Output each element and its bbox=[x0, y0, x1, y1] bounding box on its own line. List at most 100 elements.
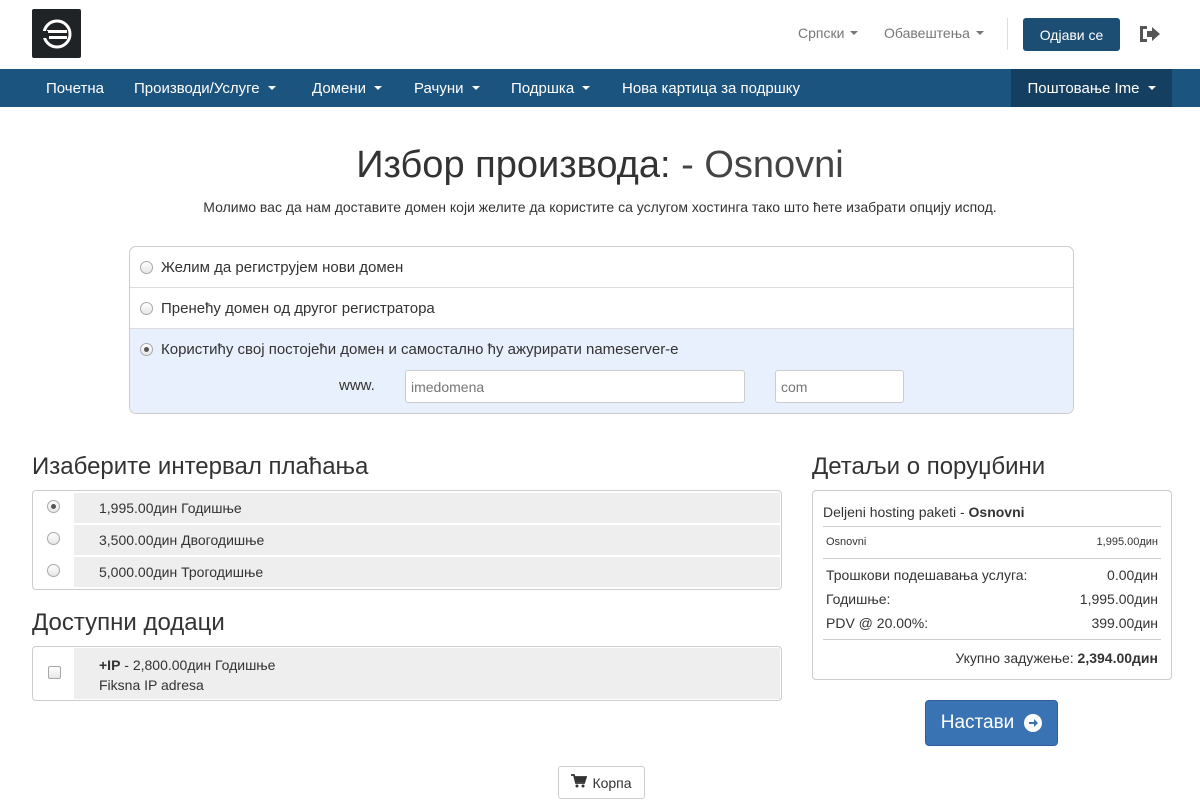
addon-ip-price: - 2,800.00дин Годишње bbox=[120, 657, 276, 673]
radio-owndomain[interactable] bbox=[140, 343, 153, 356]
language-dropdown[interactable]: Српски bbox=[798, 25, 859, 41]
page-title-product: - Osnovni bbox=[681, 144, 844, 186]
caret-down-icon bbox=[1147, 86, 1156, 90]
nav-account-dropdown[interactable]: Поштовање Ime bbox=[1011, 69, 1172, 107]
radio-billing-triennial[interactable] bbox=[47, 563, 60, 577]
billing-option-biennial-label: 3,500.00дин Двогодишње bbox=[74, 525, 780, 555]
addons-panel: +IP - 2,800.00дин Годишње Fiksna IP adre… bbox=[32, 646, 782, 701]
main-navbar: Почетна Производи/Услуге Домени Рачуни П… bbox=[0, 69, 1200, 107]
summary-divider bbox=[823, 558, 1161, 559]
page-description: Молимо вас да нам доставите домен који ж… bbox=[203, 199, 997, 215]
radio-billing-biennial[interactable] bbox=[47, 531, 60, 545]
continue-label: Настави bbox=[940, 712, 1015, 733]
caret-down-icon bbox=[267, 86, 276, 90]
summary-line-item: Osnovni 1,995.00дин bbox=[826, 536, 1158, 548]
nav-support[interactable]: Подршка bbox=[511, 69, 591, 107]
cart-label: Корпа bbox=[592, 774, 632, 791]
summary-product-title: Deljeni hosting paketi - Osnovni bbox=[823, 504, 1025, 520]
domain-option-owndomain-label: Користићу свој постојећи домен и самоста… bbox=[161, 341, 679, 358]
caret-down-icon bbox=[471, 86, 480, 90]
notifications-dropdown[interactable]: Обавештења bbox=[884, 25, 984, 41]
continue-button[interactable]: Настави bbox=[925, 700, 1058, 746]
billing-radio-cell bbox=[33, 531, 74, 545]
radio-billing-annual[interactable] bbox=[47, 499, 60, 513]
domain-options-panel: Желим да региструјем нови домен Пренећу … bbox=[129, 246, 1074, 414]
domain-option-transfer[interactable]: Пренећу домен од другог регистратора bbox=[130, 288, 1073, 329]
summary-divider bbox=[823, 639, 1161, 640]
annual-label: Годишње: bbox=[826, 591, 891, 607]
domain-option-register-label: Желим да региструјем нови домен bbox=[161, 258, 404, 276]
cart-button[interactable]: Корпа bbox=[558, 766, 645, 799]
nav-domains-label: Домени bbox=[312, 79, 366, 97]
nav-new-ticket-label: Нова картица за подршку bbox=[622, 79, 800, 97]
total-value: 2,394.00дин bbox=[1077, 650, 1158, 666]
annual-value: 1,995.00дин bbox=[1079, 591, 1158, 607]
nav-domains[interactable]: Домени bbox=[312, 69, 382, 107]
billing-radio-cell bbox=[33, 499, 74, 513]
caret-down-icon bbox=[374, 86, 382, 90]
domain-option-transfer-label: Пренећу домен од другог регистратора bbox=[161, 299, 435, 317]
caret-down-icon bbox=[975, 31, 984, 35]
summary-divider bbox=[823, 526, 1161, 527]
addon-ip[interactable]: +IP - 2,800.00дин Годишње Fiksna IP adre… bbox=[74, 648, 780, 699]
account-label: Поштовање Ime bbox=[1027, 79, 1140, 97]
sign-out-icon[interactable] bbox=[1138, 24, 1162, 44]
summary-line-label: Osnovni bbox=[826, 536, 867, 548]
nav-support-label: Подршка bbox=[511, 79, 575, 97]
www-label: www. bbox=[339, 377, 375, 394]
nav-invoices[interactable]: Рачуни bbox=[414, 69, 480, 107]
addon-ip-title: +IP - 2,800.00дин Годишње bbox=[99, 655, 780, 675]
tax-value: 399.00дин bbox=[1091, 615, 1158, 631]
summary-total: Укупно задужење: 2,394.00дин bbox=[955, 650, 1158, 666]
billing-option-annual-label: 1,995.00дин Годишње bbox=[74, 493, 780, 523]
addon-ip-name: +IP bbox=[99, 657, 121, 673]
addon-ip-checkbox[interactable] bbox=[48, 666, 61, 679]
nav-home-label: Почетна bbox=[46, 79, 104, 97]
summary-setup-fee: Трошкови подешавања услуга: 0.00дин bbox=[826, 567, 1158, 583]
nav-products-services[interactable]: Производи/Услуге bbox=[134, 69, 276, 107]
domain-tld-input[interactable] bbox=[775, 370, 904, 403]
billing-option-triennial-label: 5,000.00дин Трогодишње bbox=[74, 557, 780, 587]
addons-heading: Доступни додаци bbox=[32, 609, 225, 636]
order-summary-panel: Deljeni hosting paketi - Osnovni Osnovni… bbox=[812, 490, 1172, 680]
header-divider bbox=[1007, 18, 1008, 50]
nav-products-label: Производи/Услуге bbox=[134, 79, 260, 97]
nav-new-ticket[interactable]: Нова картица за подршку bbox=[622, 69, 800, 107]
language-label: Српски bbox=[798, 25, 845, 41]
radio-register[interactable] bbox=[140, 260, 153, 274]
nav-home[interactable]: Почетна bbox=[46, 69, 104, 107]
top-header: Српски Обавештења Одјави се bbox=[0, 0, 1200, 69]
caret-down-icon bbox=[582, 86, 591, 90]
summary-tax: PDV @ 20.00%: 399.00дин bbox=[826, 615, 1158, 631]
billing-option-triennial[interactable]: 5,000.00дин Трогодишње bbox=[33, 556, 781, 588]
shopping-cart-icon bbox=[571, 774, 588, 791]
page-title: Избор производа: - Osnovni bbox=[0, 144, 1200, 187]
domain-sld-input[interactable] bbox=[405, 370, 745, 403]
order-summary-heading: Детаљи о поруџбини bbox=[812, 453, 1046, 480]
setup-fee-label: Трошкови подешавања услуга: bbox=[826, 567, 1028, 583]
billing-radio-cell bbox=[33, 563, 74, 577]
tax-label: PDV @ 20.00%: bbox=[826, 615, 929, 631]
nav-invoices-label: Рачуни bbox=[414, 79, 464, 97]
summary-product: Osnovni bbox=[968, 504, 1025, 520]
billing-option-annual[interactable]: 1,995.00дин Годишње bbox=[33, 492, 781, 524]
summary-line-value: 1,995.00дин bbox=[1096, 536, 1158, 548]
company-logo-icon[interactable] bbox=[32, 9, 81, 58]
summary-group: Deljeni hosting paketi - bbox=[823, 504, 969, 520]
domain-option-register[interactable]: Желим да региструјем нови домен bbox=[130, 247, 1073, 288]
addon-ip-description: Fiksna IP adresa bbox=[99, 677, 204, 693]
caret-down-icon bbox=[850, 31, 859, 35]
notifications-label: Обавештења bbox=[884, 25, 970, 41]
setup-fee-value: 0.00дин bbox=[1107, 567, 1158, 583]
total-label: Укупно задужење: bbox=[955, 650, 1078, 666]
billing-options-panel: 1,995.00дин Годишње 3,500.00дин Двогодиш… bbox=[32, 490, 782, 590]
billing-heading: Изаберите интервал плаћања bbox=[32, 453, 369, 480]
domain-option-owndomain[interactable]: Користићу свој постојећи домен и самоста… bbox=[130, 329, 1073, 370]
page-title-text: Избор производа: bbox=[356, 144, 671, 186]
arrow-circle-right-icon bbox=[1024, 714, 1043, 732]
domain-option-owndomain-panel: Користићу свој постојећи домен и самоста… bbox=[130, 329, 1073, 413]
logout-button[interactable]: Одјави се bbox=[1023, 18, 1120, 51]
summary-annual: Годишње: 1,995.00дин bbox=[826, 591, 1158, 607]
billing-option-biennial[interactable]: 3,500.00дин Двогодишње bbox=[33, 524, 781, 556]
radio-transfer[interactable] bbox=[140, 301, 153, 315]
